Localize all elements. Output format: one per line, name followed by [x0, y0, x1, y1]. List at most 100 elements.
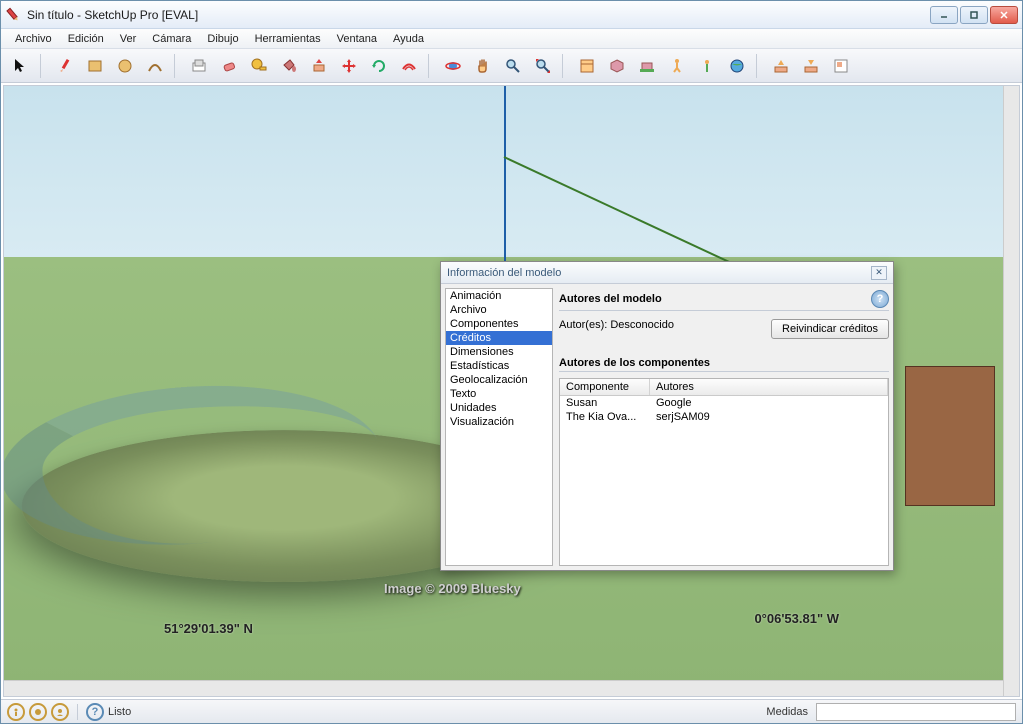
dialog-category-list[interactable]: Animación Archivo Componentes Créditos D… [445, 288, 553, 566]
menu-edicion[interactable]: Edición [60, 31, 112, 47]
zoom-extents-tool[interactable] [529, 52, 557, 80]
select-tool[interactable] [7, 52, 35, 80]
authors-label: Autor(es): Desconocido [559, 319, 674, 331]
toolbar [1, 49, 1022, 83]
help-status-icon[interactable]: ? [86, 703, 104, 721]
rotate-tool[interactable] [365, 52, 393, 80]
menu-camara[interactable]: Cámara [144, 31, 199, 47]
rectangle-tool[interactable] [81, 52, 109, 80]
dialog-close-button[interactable]: ✕ [871, 266, 887, 280]
cat-visualizacion[interactable]: Visualización [446, 415, 552, 429]
dialog-body: Animación Archivo Componentes Créditos D… [441, 284, 893, 570]
pencil-tool[interactable] [51, 52, 79, 80]
close-button[interactable] [990, 6, 1018, 24]
position-camera-tool[interactable] [633, 52, 661, 80]
move-tool[interactable] [335, 52, 363, 80]
cat-geolocalizacion[interactable]: Geolocalización [446, 373, 552, 387]
tape-measure-tool[interactable] [245, 52, 273, 80]
coord-latitude: 51°29'01.39" N [164, 621, 253, 636]
model-building [905, 366, 995, 506]
col-componente[interactable]: Componente [560, 379, 650, 395]
model-info-dialog[interactable]: Información del modelo ✕ Animación Archi… [440, 261, 894, 571]
scrollbar-vertical[interactable] [1003, 86, 1019, 696]
make-component-tool[interactable] [185, 52, 213, 80]
upload-tool[interactable] [797, 52, 825, 80]
layout-tool[interactable] [827, 52, 855, 80]
hint-icon-3[interactable] [51, 703, 69, 721]
google-earth-tool[interactable] [723, 52, 751, 80]
imagery-watermark: Image © 2009 Bluesky [384, 581, 521, 596]
cat-unidades[interactable]: Unidades [446, 401, 552, 415]
orbit-tool[interactable] [439, 52, 467, 80]
download-tool[interactable] [767, 52, 795, 80]
look-around-tool[interactable] [693, 52, 721, 80]
reclaim-credits-button[interactable]: Reivindicar créditos [771, 319, 889, 339]
cat-archivo[interactable]: Archivo [446, 303, 552, 317]
menu-archivo[interactable]: Archivo [7, 31, 60, 47]
zoom-tool[interactable] [499, 52, 527, 80]
menu-herramientas[interactable]: Herramientas [247, 31, 329, 47]
section2-title-text: Autores de los componentes [559, 357, 710, 369]
menu-ver[interactable]: Ver [112, 31, 145, 47]
minimize-button[interactable] [930, 6, 958, 24]
cell-author: Google [650, 396, 888, 410]
section-model-authors: Autores del modelo ? [559, 288, 889, 311]
cat-texto[interactable]: Texto [446, 387, 552, 401]
eraser-tool[interactable] [215, 52, 243, 80]
get-models-tool[interactable] [603, 52, 631, 80]
table-row[interactable]: The Kia Ova... serjSAM09 [560, 410, 888, 424]
offset-tool[interactable] [395, 52, 423, 80]
authors-row: Autor(es): Desconocido Reivindicar crédi… [559, 317, 889, 341]
push-pull-tool[interactable] [305, 52, 333, 80]
status-separator [77, 704, 78, 720]
dialog-content: Autores del modelo ? Autor(es): Desconoc… [559, 288, 889, 566]
walk-tool[interactable] [663, 52, 691, 80]
col-autores[interactable]: Autores [650, 379, 888, 395]
toolbar-separator [562, 54, 568, 78]
axis-z [504, 86, 506, 266]
cat-componentes[interactable]: Componentes [446, 317, 552, 331]
maximize-button[interactable] [960, 6, 988, 24]
cat-estadisticas[interactable]: Estadísticas [446, 359, 552, 373]
section1-title-text: Autores del modelo [559, 293, 662, 305]
menu-dibujo[interactable]: Dibujo [199, 31, 246, 47]
hint-icon-2[interactable] [29, 703, 47, 721]
component-authors-table: Componente Autores Susan Google The Kia … [559, 378, 889, 566]
toolbar-separator [756, 54, 762, 78]
menu-ayuda[interactable]: Ayuda [385, 31, 432, 47]
app-window: Sin título - SketchUp Pro [EVAL] Archivo… [0, 0, 1023, 724]
toolbar-separator [40, 54, 46, 78]
section-component-authors: Autores de los componentes [559, 355, 889, 372]
outliner-tool[interactable] [573, 52, 601, 80]
cell-component: The Kia Ova... [560, 410, 650, 424]
window-title: Sin título - SketchUp Pro [EVAL] [27, 8, 928, 22]
cat-creditos[interactable]: Créditos [446, 331, 552, 345]
measurements-label: Medidas [766, 706, 808, 718]
axis-y [504, 156, 759, 276]
statusbar: ? Listo Medidas [1, 699, 1022, 723]
dialog-titlebar[interactable]: Información del modelo ✕ [441, 262, 893, 284]
hint-icon-1[interactable] [7, 703, 25, 721]
titlebar[interactable]: Sin título - SketchUp Pro [EVAL] [1, 1, 1022, 29]
coord-longitude: 0°06'53.81" W [754, 611, 839, 626]
pan-tool[interactable] [469, 52, 497, 80]
menubar: Archivo Edición Ver Cámara Dibujo Herram… [1, 29, 1022, 49]
toolbar-separator [174, 54, 180, 78]
help-icon[interactable]: ? [871, 290, 889, 308]
table-row[interactable]: Susan Google [560, 396, 888, 410]
table-header: Componente Autores [560, 379, 888, 396]
cat-dimensiones[interactable]: Dimensiones [446, 345, 552, 359]
viewport-3d[interactable]: Image © 2009 Bluesky 51°29'01.39" N 0°06… [3, 85, 1020, 697]
measurements-input[interactable] [816, 703, 1016, 721]
cat-animacion[interactable]: Animación [446, 289, 552, 303]
paint-bucket-tool[interactable] [275, 52, 303, 80]
toolbar-separator [428, 54, 434, 78]
arc-tool[interactable] [141, 52, 169, 80]
cell-component: Susan [560, 396, 650, 410]
status-ready: Listo [108, 706, 762, 718]
scrollbar-horizontal[interactable] [4, 680, 1003, 696]
menu-ventana[interactable]: Ventana [329, 31, 385, 47]
dialog-title: Información del modelo [447, 267, 871, 279]
circle-tool[interactable] [111, 52, 139, 80]
app-icon [2, 3, 25, 26]
